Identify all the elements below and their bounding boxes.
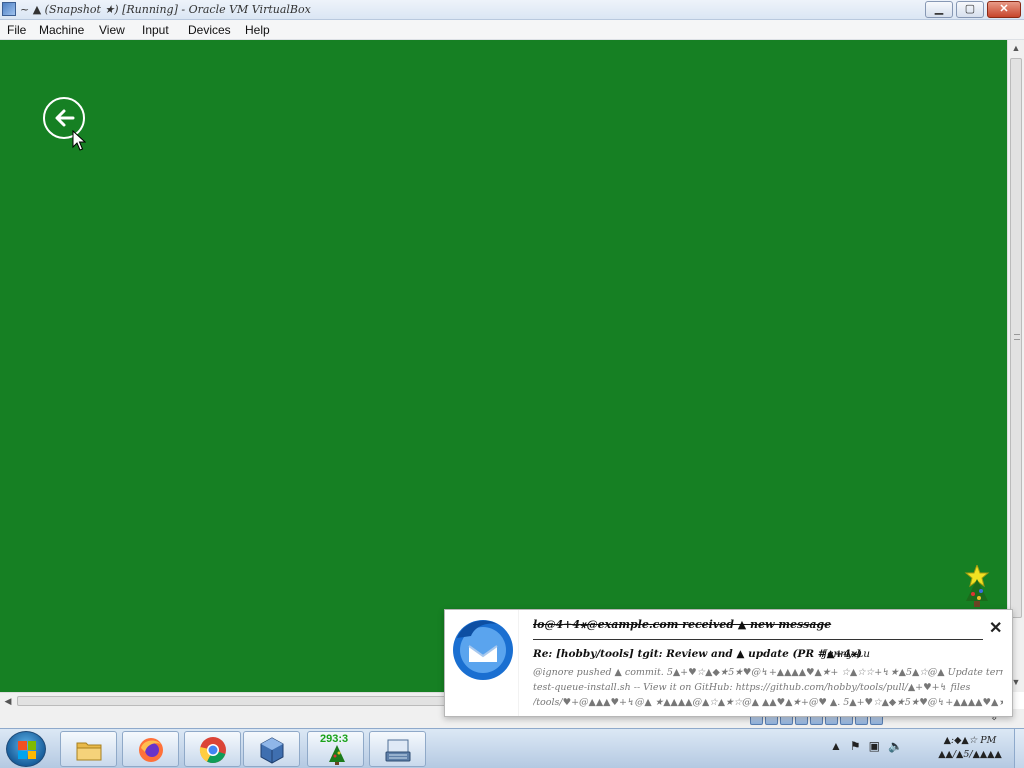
vertical-scroll-thumb[interactable]: [1010, 58, 1022, 618]
mail-preview-line: /tools/♥+@▲▲▲♥+↯@▲ ★▲▲▲▲@▲☆▲★☆@▲ ▲▲♥▲★+@…: [533, 697, 1003, 708]
notification-rule: [533, 639, 983, 640]
mouse-cursor-icon: [72, 130, 86, 151]
taskbar-firefox[interactable]: [122, 731, 179, 767]
taskbar-xmas-tree[interactable]: 293:3: [307, 731, 364, 767]
menu-help[interactable]: Help: [245, 23, 270, 37]
menu-file[interactable]: File: [7, 23, 26, 37]
maximize-button[interactable]: ▢: [956, 1, 984, 18]
folder-icon: [76, 742, 102, 761]
menu-devices[interactable]: Devices: [188, 23, 231, 37]
virtualbox-app-icon: [2, 2, 16, 16]
virtualbox-icon: [260, 737, 284, 764]
vertical-scrollbar[interactable]: ▲ ▼: [1007, 40, 1024, 692]
volume-icon[interactable]: 🔈: [888, 739, 903, 753]
clock-time: ▲:◆▲☆ PM: [943, 735, 997, 746]
taskbar-chrome[interactable]: [184, 731, 241, 767]
window-title-bar[interactable]: ~ ▲ (Snapshot ★) [Running] - Oracle VM V…: [0, 0, 1024, 20]
grip-icon: [1014, 334, 1020, 340]
action-center-flag-icon[interactable]: ⚑: [850, 739, 861, 753]
window-title: ~ ▲ (Snapshot ★) [Running] - Oracle VM V…: [20, 3, 311, 16]
minimize-button[interactable]: ▁: [925, 1, 953, 18]
taskbar-explorer[interactable]: [60, 731, 117, 767]
mail-preview-line: @ignore pushed ▲ commit. 5▲+♥☆▲◆★5★♥@↯+▲…: [533, 667, 1003, 678]
system-tray: ▲ ⚑ ▣ 🔈: [830, 739, 903, 753]
guest-screen[interactable]: [0, 40, 1007, 692]
notification-close-icon[interactable]: ✕: [989, 618, 1002, 638]
close-button[interactable]: ✕: [987, 1, 1021, 18]
windows-logo-icon: [18, 741, 36, 759]
tray-expand-chevron-icon[interactable]: ▲: [830, 739, 842, 753]
notification-heading: lo@4+4⚹@example.com received ▲ new messa…: [533, 618, 832, 631]
mail-preview-line: test-queue-install.sh -- View it on GitH…: [533, 682, 971, 693]
taskbar: 293:3 ▲ ⚑ ▣ 🔈 ▲:◆▲☆ PM ▲▲/▲5/▲▲▲▲: [0, 728, 1024, 768]
taskbar-keyboard[interactable]: [369, 731, 426, 767]
mail-sender: Jenny Lu: [823, 648, 870, 660]
keyboard-icon: [385, 739, 411, 762]
notification-divider: [518, 610, 519, 716]
menu-bar: File Machine View Input Devices Help: [0, 20, 1024, 40]
network-tray-icon[interactable]: ▣: [869, 739, 880, 753]
chrome-icon: [199, 737, 226, 764]
menu-machine[interactable]: Machine: [39, 23, 84, 37]
christmas-tree-icon: [964, 565, 990, 607]
scroll-up-arrow-icon[interactable]: ▲: [1008, 40, 1024, 57]
clock-date: ▲▲/▲5/▲▲▲▲: [938, 749, 1002, 760]
mail-subject[interactable]: Re: [hobby/tools] tgit: Review and ▲ upd…: [533, 648, 862, 661]
show-desktop-button[interactable]: [1014, 729, 1024, 768]
taskbar-clock[interactable]: ▲:◆▲☆ PM ▲▲/▲5/▲▲▲▲: [930, 734, 1010, 762]
start-button[interactable]: [6, 731, 46, 767]
menu-view[interactable]: View: [99, 23, 125, 37]
thunderbird-icon: [453, 620, 513, 680]
firefox-icon: [139, 738, 163, 762]
horizontal-scroll-thumb[interactable]: [17, 696, 467, 706]
taskbar-virtualbox[interactable]: [243, 731, 300, 767]
scroll-left-arrow-icon[interactable]: ◀: [0, 693, 16, 709]
new-mail-notification[interactable]: lo@4+4⚹@example.com received ▲ new messa…: [444, 609, 1013, 717]
tree-icon: [329, 745, 345, 765]
menu-input[interactable]: Input: [142, 23, 169, 37]
